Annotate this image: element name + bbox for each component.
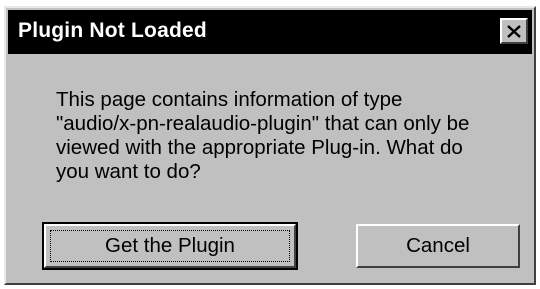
get-the-plugin-label: Get the Plugin — [105, 234, 235, 257]
plugin-not-loaded-dialog: Plugin Not Loaded This page contains inf… — [4, 6, 536, 285]
message-line: This page contains information of type — [56, 88, 403, 111]
dialog-message: This page contains information of type "… — [56, 88, 516, 184]
close-button[interactable] — [500, 18, 528, 44]
cancel-label: Cancel — [406, 234, 470, 257]
title-bar: Plugin Not Loaded — [8, 10, 532, 54]
message-line: you want to do? — [56, 160, 201, 183]
dialog-title: Plugin Not Loaded — [18, 19, 207, 42]
close-icon — [507, 24, 521, 38]
cancel-button[interactable]: Cancel — [356, 224, 520, 268]
message-line: "audio/x-pn-realaudio-plugin" that can o… — [56, 112, 470, 135]
message-line: viewed with the appropriate Plug-in. Wha… — [56, 136, 463, 159]
get-the-plugin-button[interactable]: Get the Plugin — [42, 222, 298, 270]
